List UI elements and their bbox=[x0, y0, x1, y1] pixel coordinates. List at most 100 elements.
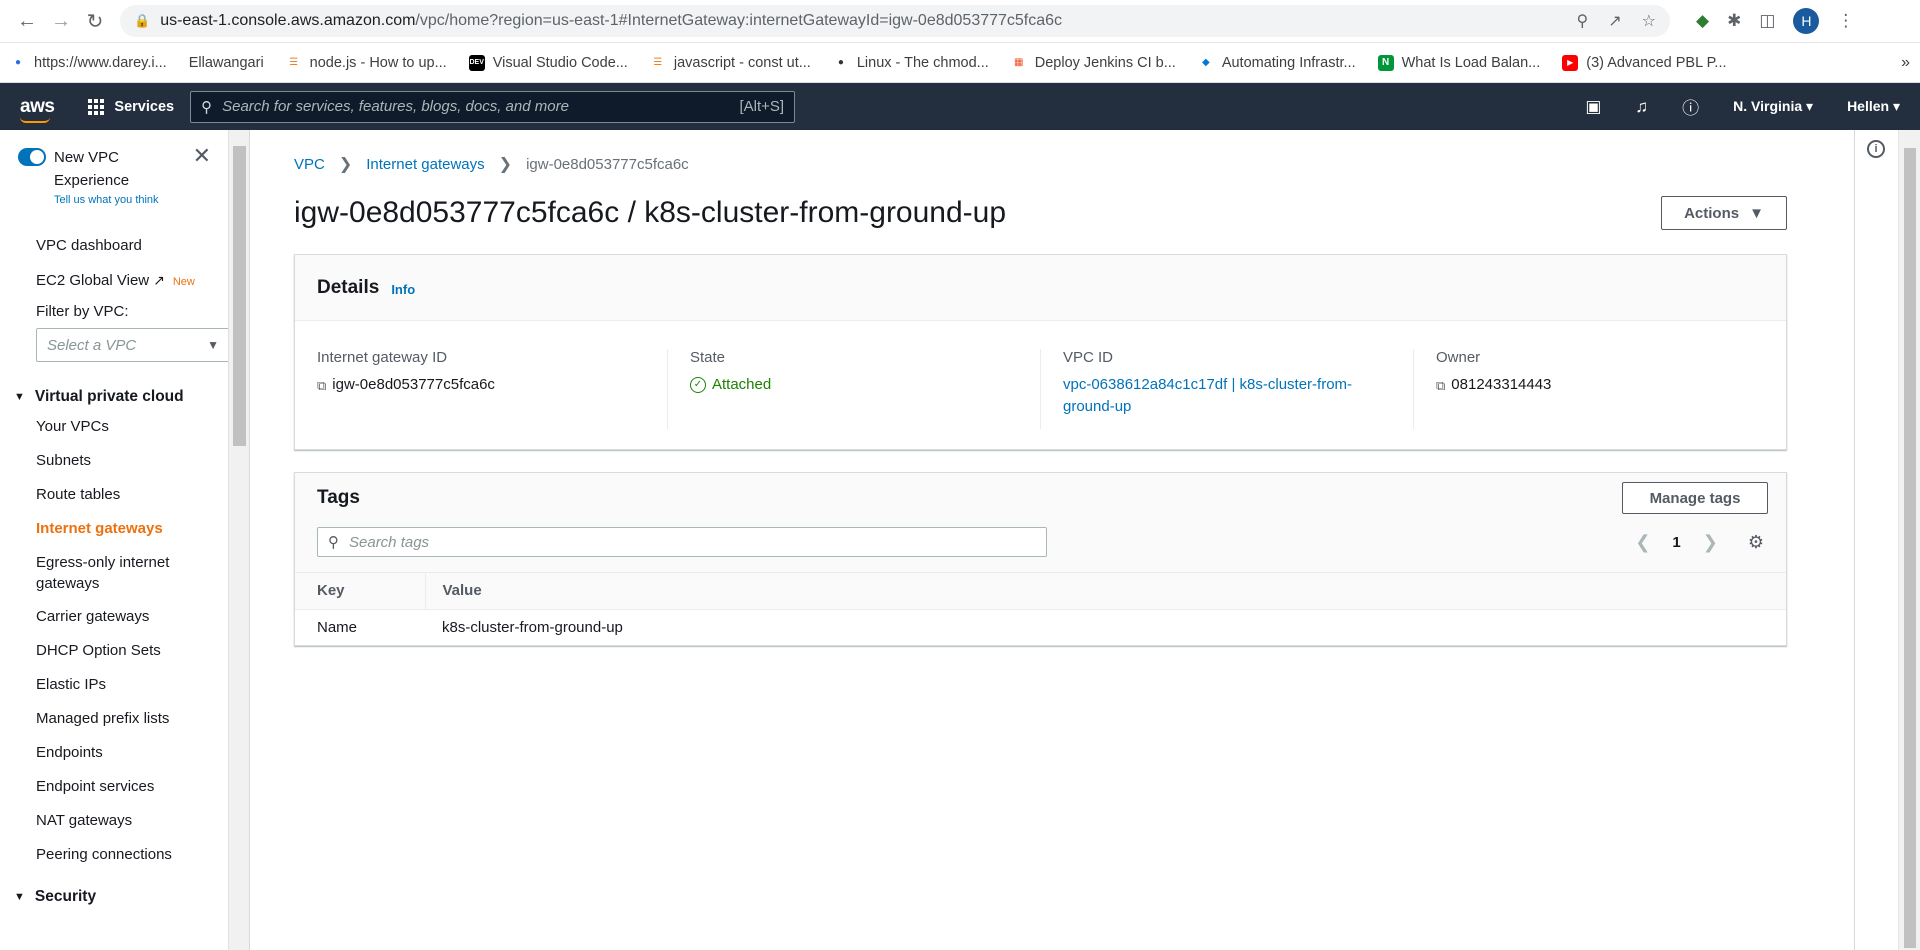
sidebar-item-your-vpcs[interactable]: Your VPCs bbox=[0, 410, 229, 444]
bookmark-item[interactable]: ● https://www.darey.i... bbox=[10, 55, 167, 71]
manage-tags-button[interactable]: Manage tags bbox=[1622, 482, 1768, 514]
bookmark-item[interactable]: ☰ node.js - How to up... bbox=[286, 55, 447, 71]
vpc-id-link[interactable]: vpc-0638612a84c1c17df | k8s-cluster-from… bbox=[1063, 374, 1391, 418]
sidebar-item-endpoints[interactable]: Endpoints bbox=[0, 736, 229, 770]
address-bar[interactable]: 🔒 us-east-1.console.aws.amazon.com/vpc/h… bbox=[120, 5, 1670, 37]
puzzle-icon[interactable]: ✱ bbox=[1727, 11, 1741, 31]
chevron-double-right-icon[interactable]: » bbox=[1901, 54, 1910, 72]
bookmark-item[interactable]: ▦ Deploy Jenkins CI b... bbox=[1011, 55, 1176, 71]
vpc-filter-select[interactable]: Select a VPC ▼ bbox=[36, 328, 230, 362]
detail-igw-id: Internet gateway ID ⧉ igw-0e8d053777c5fca… bbox=[295, 349, 668, 429]
info-link[interactable]: Info bbox=[391, 282, 415, 297]
bookmark-item[interactable]: Ellawangari bbox=[189, 55, 264, 71]
page-number[interactable]: 1 bbox=[1672, 534, 1680, 551]
bookmark-item[interactable]: DEV Visual Studio Code... bbox=[468, 54, 628, 71]
pagination: ❮ 1 ❯ ⚙ bbox=[1635, 532, 1764, 553]
profile-avatar[interactable]: H bbox=[1793, 8, 1820, 34]
check-circle-icon: ✓ bbox=[690, 377, 706, 393]
owner-value: 081243314443 bbox=[1451, 376, 1552, 393]
bookmark-label: Linux - The chmod... bbox=[856, 54, 989, 71]
tag-value: k8s-cluster-from-ground-up bbox=[442, 618, 623, 636]
sidebar-item-managed-prefix-lists[interactable]: Managed prefix lists bbox=[0, 702, 229, 736]
region-selector[interactable]: N. Virginia ▾ bbox=[1733, 98, 1813, 115]
bookmark-item[interactable]: N What Is Load Balan... bbox=[1377, 54, 1540, 71]
search-icon: ⚲ bbox=[201, 98, 213, 116]
bookmark-item[interactable]: ◆ Automating Infrastr... bbox=[1198, 55, 1356, 71]
menu-icon[interactable]: ⋮ bbox=[1837, 11, 1854, 31]
column-header-value[interactable]: Value bbox=[425, 573, 1786, 610]
sidebar-item-elastic-ips[interactable]: Elastic IPs bbox=[0, 668, 229, 702]
experience-toggle[interactable] bbox=[18, 148, 46, 166]
bookmark-item[interactable]: ▶ (3) Advanced PBL P... bbox=[1562, 54, 1727, 71]
stackoverflow-icon: ☰ bbox=[653, 57, 663, 68]
state-label: State bbox=[690, 349, 726, 366]
forward-icon[interactable]: → bbox=[44, 4, 78, 38]
aws-search-input[interactable]: ⚲ Search for services, features, blogs, … bbox=[190, 90, 796, 123]
copy-icon[interactable]: ⧉ bbox=[1436, 375, 1445, 397]
share-icon[interactable]: ↗ bbox=[1608, 11, 1621, 31]
url-path: /vpc/home?region=us-east-1#InternetGatew… bbox=[415, 12, 1063, 29]
bookmark-label: Deploy Jenkins CI b... bbox=[1034, 54, 1176, 71]
sidepanel-icon[interactable]: ◫ bbox=[1759, 11, 1775, 31]
sidebar: New VPC Experience Tell us what you thin… bbox=[0, 130, 250, 950]
feedback-link[interactable]: Tell us what you think bbox=[54, 193, 193, 207]
search-placeholder: Search for services, features, blogs, do… bbox=[222, 98, 569, 115]
breadcrumb-vpc[interactable]: VPC bbox=[294, 156, 325, 173]
sidebar-item-carrier-gateways[interactable]: Carrier gateways bbox=[0, 600, 229, 634]
detail-state: State ✓ Attached bbox=[668, 349, 1041, 429]
sidebar-item-internet-gateways[interactable]: Internet gateways bbox=[0, 512, 229, 546]
filter-label: Filter by VPC: bbox=[36, 303, 129, 320]
aws-top-nav: aws Services ⚲ Search for services, feat… bbox=[0, 83, 1920, 130]
column-header-key[interactable]: Key bbox=[295, 573, 426, 610]
caret-down-icon: ▼ bbox=[14, 391, 25, 403]
sidebar-item-peering-connections[interactable]: Peering connections bbox=[0, 838, 229, 872]
copy-icon[interactable]: ⧉ bbox=[317, 375, 326, 397]
section-virtual-private-cloud[interactable]: ▼ Virtual private cloud bbox=[0, 388, 229, 406]
services-menu[interactable]: Services bbox=[88, 98, 175, 115]
owner-label: Owner bbox=[1436, 349, 1481, 366]
breadcrumb: VPC ❯ Internet gateways ❯ igw-0e8d053777… bbox=[294, 154, 1787, 174]
bookmark-item[interactable]: ☰ javascript - const ut... bbox=[650, 54, 811, 71]
user-menu[interactable]: Hellen ▾ bbox=[1847, 98, 1900, 115]
reload-icon[interactable]: ↻ bbox=[78, 4, 112, 38]
gear-icon[interactable]: ⚙ bbox=[1748, 532, 1764, 553]
services-label: Services bbox=[114, 98, 175, 115]
main-content: VPC ❯ Internet gateways ❯ igw-0e8d053777… bbox=[250, 130, 1920, 950]
microsoft-icon: ▦ bbox=[1014, 57, 1024, 68]
sidebar-item-egress-only-internet-gateways[interactable]: Egress-only internet gateways bbox=[0, 546, 229, 600]
tag-search-input[interactable]: ⚲ Search tags bbox=[317, 527, 1047, 557]
sidebar-item-vpc-dashboard[interactable]: VPC dashboard bbox=[0, 229, 229, 263]
new-badge: New bbox=[172, 276, 195, 288]
info-icon[interactable]: i bbox=[1867, 140, 1885, 158]
sidebar-item-ec2-global-view[interactable]: EC2 Global View ↗ New bbox=[0, 263, 229, 299]
actions-button[interactable]: Actions ▼ bbox=[1661, 196, 1787, 230]
sidebar-item-route-tables[interactable]: Route tables bbox=[0, 478, 229, 512]
sidebar-item-dhcp-option-sets[interactable]: DHCP Option Sets bbox=[0, 634, 229, 668]
section-security[interactable]: ▼ Security bbox=[0, 888, 229, 906]
bookmark-item[interactable]: ● Linux - The chmod... bbox=[833, 55, 989, 71]
page-scrollbar[interactable] bbox=[1898, 130, 1920, 950]
back-icon[interactable]: ← bbox=[10, 4, 44, 38]
cloudshell-icon[interactable]: ▣ bbox=[1585, 97, 1601, 117]
chevron-right-icon[interactable]: ❯ bbox=[1703, 532, 1718, 553]
sidebar-scrollbar[interactable] bbox=[228, 130, 249, 950]
help-icon[interactable]: ⓘ bbox=[1682, 94, 1699, 119]
star-icon[interactable]: ☆ bbox=[1642, 11, 1656, 31]
sidebar-item-endpoint-services[interactable]: Endpoint services bbox=[0, 770, 229, 804]
close-icon[interactable]: ✕ bbox=[193, 145, 211, 167]
bell-icon[interactable]: ♫ bbox=[1635, 97, 1648, 117]
darey-icon: ● bbox=[14, 57, 22, 68]
url-host: us-east-1.console.aws.amazon.com bbox=[160, 12, 416, 29]
azure-icon: ◆ bbox=[1201, 57, 1210, 68]
sidebar-item-subnets[interactable]: Subnets bbox=[0, 444, 229, 478]
aws-logo[interactable]: aws bbox=[20, 96, 55, 123]
vpc-id-label: VPC ID bbox=[1063, 349, 1114, 366]
breadcrumb-internet-gateways[interactable]: Internet gateways bbox=[366, 156, 484, 173]
chevron-left-icon[interactable]: ❮ bbox=[1635, 532, 1650, 553]
bookmark-label: javascript - const ut... bbox=[673, 54, 811, 71]
page-title: igw-0e8d053777c5fca6c / k8s-cluster-from… bbox=[294, 196, 1007, 229]
extension-icon[interactable]: ◆ bbox=[1696, 11, 1709, 31]
sidebar-item-nat-gateways[interactable]: NAT gateways bbox=[0, 804, 229, 838]
zoom-icon[interactable]: ⚲ bbox=[1577, 11, 1589, 31]
detail-vpc-id: VPC ID vpc-0638612a84c1c17df | k8s-clust… bbox=[1041, 349, 1414, 429]
